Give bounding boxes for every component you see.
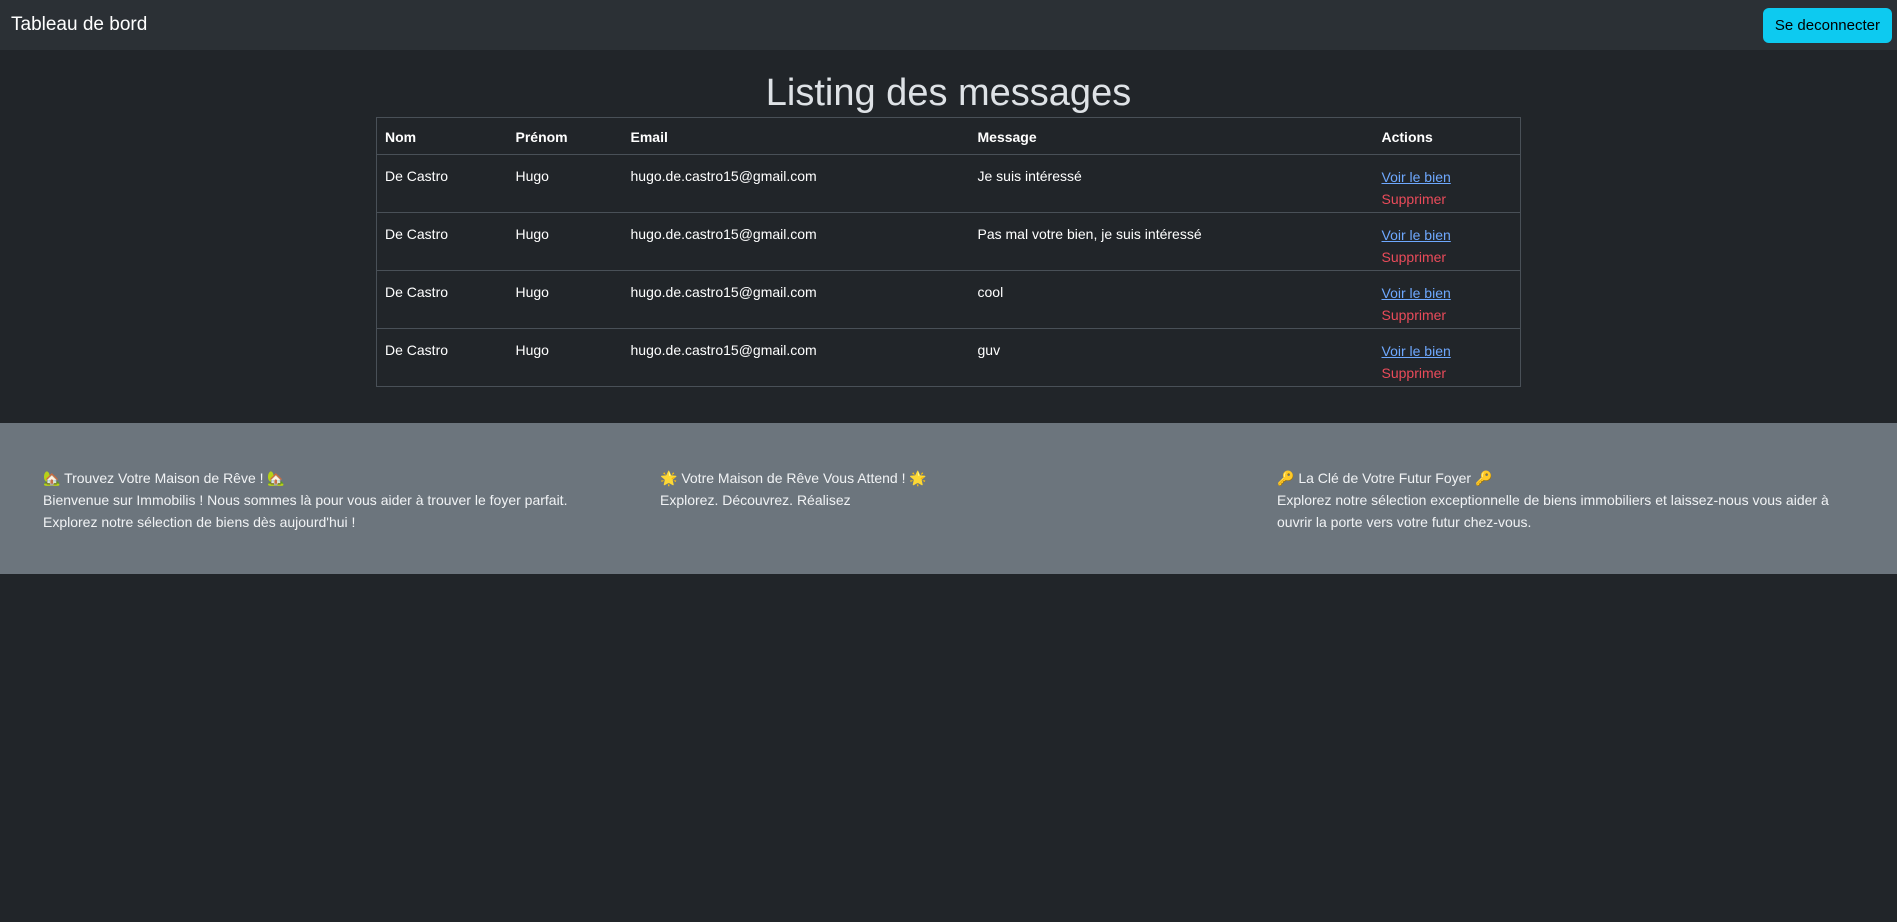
cell-nom: De Castro (376, 270, 508, 329)
cell-prenom: Hugo (507, 154, 623, 213)
table-header: Nom Prénom Email Message Actions (376, 117, 1521, 155)
footer-column-key: 🔑 La Clé de Votre Futur Foyer 🔑 Explorez… (1277, 467, 1854, 574)
column-header-actions: Actions (1373, 117, 1521, 155)
page-title: Listing des messages (765, 72, 1132, 114)
cell-prenom: Hugo (507, 212, 623, 271)
cell-nom: De Castro (376, 212, 508, 271)
top-navbar: Tableau de bord Se deconnecter (0, 0, 1897, 50)
footer-heading: 🏡 Trouvez Votre Maison de Rêve ! 🏡 (43, 470, 285, 486)
cell-email: hugo.de.castro15@gmail.com (622, 328, 970, 387)
cell-actions: Voir le bien Supprimer (1373, 270, 1521, 329)
footer-column-dream-home: 🏡 Trouvez Votre Maison de Rêve ! 🏡 Bienv… (43, 467, 660, 574)
navbar-brand[interactable]: Tableau de bord (11, 14, 147, 36)
column-header-email: Email (622, 117, 970, 155)
footer-text: Explorez. Découvrez. Réalisez (660, 492, 851, 508)
table-header-row: Nom Prénom Email Message Actions (376, 117, 1521, 155)
table-row: De Castro Hugo hugo.de.castro15@gmail.co… (376, 154, 1521, 213)
cell-email: hugo.de.castro15@gmail.com (622, 270, 970, 329)
table-body: De Castro Hugo hugo.de.castro15@gmail.co… (376, 154, 1521, 387)
column-header-prenom: Prénom (507, 117, 623, 155)
delete-message-link[interactable]: Supprimer (1382, 188, 1513, 210)
delete-message-link[interactable]: Supprimer (1382, 246, 1513, 268)
footer-heading: 🌟 Votre Maison de Rêve Vous Attend ! 🌟 (660, 470, 927, 486)
view-property-link[interactable]: Voir le bien (1382, 166, 1513, 188)
cell-actions: Voir le bien Supprimer (1373, 154, 1521, 213)
cell-email: hugo.de.castro15@gmail.com (622, 154, 970, 213)
cell-nom: De Castro (376, 154, 508, 213)
cell-prenom: Hugo (507, 328, 623, 387)
view-property-link[interactable]: Voir le bien (1382, 340, 1513, 362)
cell-message: Pas mal votre bien, je suis intéressé (969, 212, 1374, 271)
cell-prenom: Hugo (507, 270, 623, 329)
cell-email: hugo.de.castro15@gmail.com (622, 212, 970, 271)
messages-table: Nom Prénom Email Message Actions De Cast… (376, 117, 1521, 387)
cell-nom: De Castro (376, 328, 508, 387)
cell-message: guv (969, 328, 1374, 387)
cell-message: Je suis intéressé (969, 154, 1374, 213)
cell-actions: Voir le bien Supprimer (1373, 212, 1521, 271)
column-header-message: Message (969, 117, 1374, 155)
column-header-nom: Nom (376, 117, 508, 155)
footer-text: Explorez notre sélection exceptionnelle … (1277, 492, 1829, 530)
delete-message-link[interactable]: Supprimer (1382, 304, 1513, 326)
table-row: De Castro Hugo hugo.de.castro15@gmail.co… (376, 270, 1521, 329)
main-content: Listing des messages Nom Prénom Email Me… (0, 50, 1897, 387)
footer-column-awaits: 🌟 Votre Maison de Rêve Vous Attend ! 🌟 E… (660, 467, 1277, 574)
view-property-link[interactable]: Voir le bien (1382, 224, 1513, 246)
cell-message: cool (969, 270, 1374, 329)
table-row: De Castro Hugo hugo.de.castro15@gmail.co… (376, 328, 1521, 387)
cell-actions: Voir le bien Supprimer (1373, 328, 1521, 387)
table-row: De Castro Hugo hugo.de.castro15@gmail.co… (376, 212, 1521, 271)
footer-heading: 🔑 La Clé de Votre Futur Foyer 🔑 (1277, 470, 1493, 486)
footer-text: Bienvenue sur Immobilis ! Nous sommes là… (43, 492, 568, 530)
delete-message-link[interactable]: Supprimer (1382, 362, 1513, 384)
logout-button[interactable]: Se deconnecter (1762, 7, 1892, 43)
page-footer: 🏡 Trouvez Votre Maison de Rêve ! 🏡 Bienv… (0, 423, 1897, 574)
view-property-link[interactable]: Voir le bien (1382, 282, 1513, 304)
